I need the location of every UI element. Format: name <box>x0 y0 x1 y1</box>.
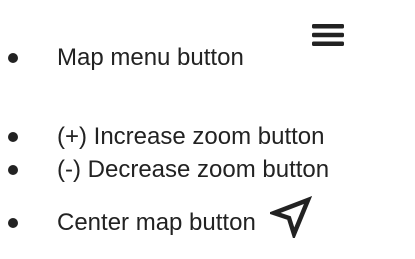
bullet <box>8 53 18 63</box>
bullet <box>8 165 18 175</box>
list-item-label: Map menu button <box>57 44 244 71</box>
bullet <box>8 132 18 142</box>
list-item-label: (-) Decrease zoom button <box>57 156 330 183</box>
hamburger-menu-icon <box>312 24 344 46</box>
list-item-label: Center map button <box>57 209 256 236</box>
bullet <box>8 218 18 228</box>
navigation-arrow-icon <box>270 196 312 238</box>
list-item-label: (+) Increase zoom button <box>57 123 325 150</box>
